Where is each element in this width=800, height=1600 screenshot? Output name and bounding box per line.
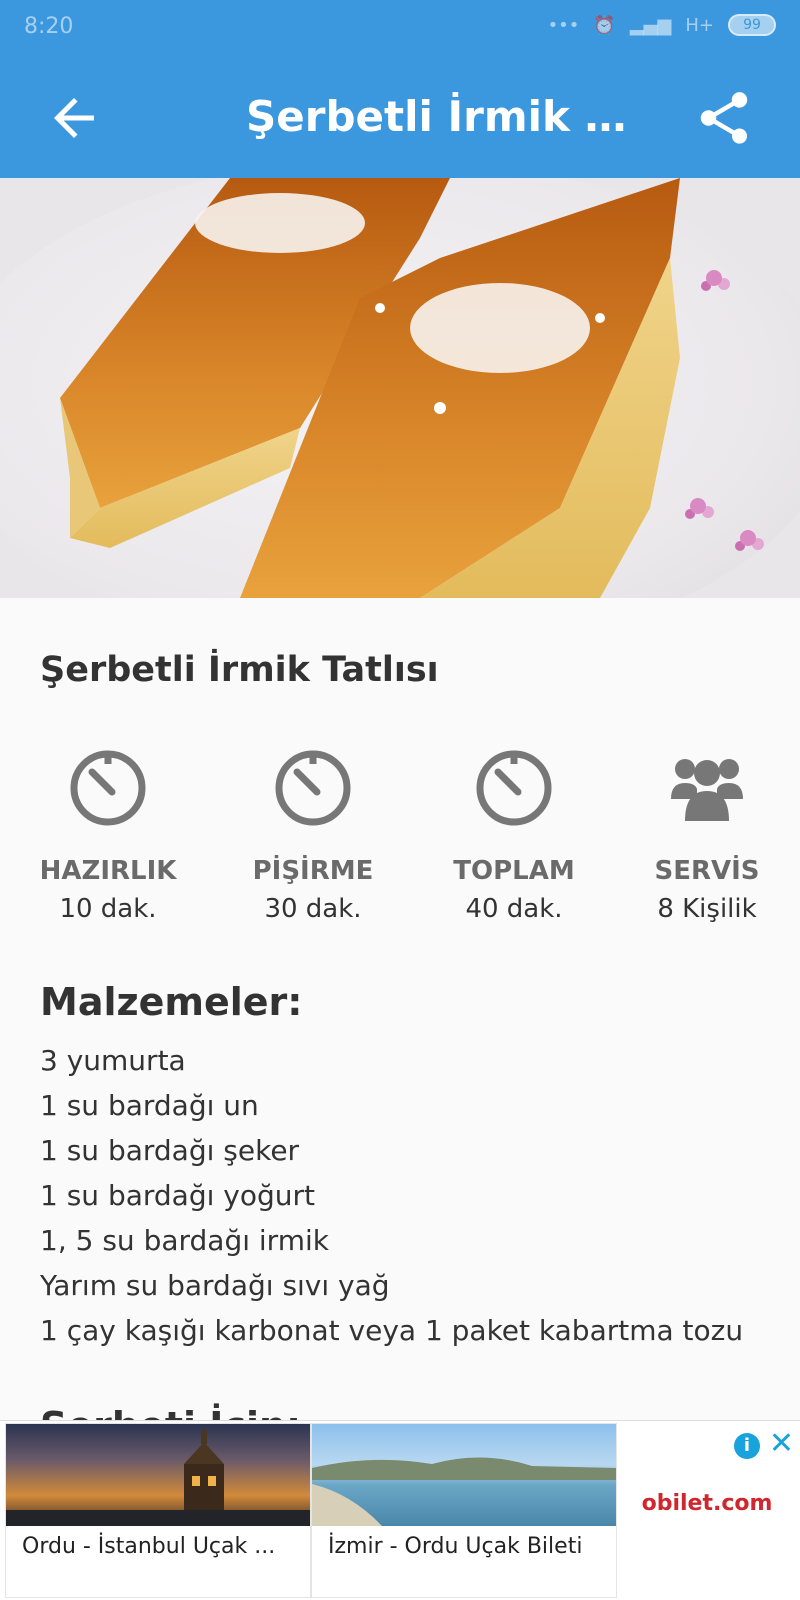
ad-close-icon[interactable]: ✕	[769, 1429, 794, 1459]
recipe-title: Şerbetli İrmik Tatlısı	[40, 650, 439, 690]
ad-info-icon[interactable]: i	[734, 1433, 760, 1459]
stat-label: SERVİS	[654, 856, 760, 886]
app-bar: Şerbetli İrmik Tatlısı	[0, 58, 800, 178]
status-icons: ••• ⏰ ▂▄▆ H+ 99	[548, 14, 776, 36]
ingredient-item: 3 yumurta	[40, 1044, 186, 1077]
ad-image-tower	[6, 1424, 310, 1526]
stat-preparation: HAZIRLIK 10 dak.	[28, 748, 188, 924]
more-dots-icon: •••	[547, 14, 580, 36]
ingredients-list: 3 yumurta 1 su bardağı un 1 su bardağı ş…	[40, 1038, 743, 1353]
status-bar: 8:20 ••• ⏰ ▂▄▆ H+ 99	[0, 0, 800, 58]
share-icon	[700, 92, 748, 144]
alarm-icon: ⏰	[593, 14, 616, 36]
recipe-hero-image	[0, 178, 800, 598]
recipe-stats: HAZIRLIK 10 dak. PİŞİRME 30 dak. TOPLAM …	[40, 748, 760, 928]
battery-icon: 99	[728, 14, 776, 36]
stat-value: 40 dak.	[465, 894, 563, 924]
ingredients-title: Malzemeler:	[40, 980, 303, 1024]
ad-image-coast	[312, 1424, 616, 1526]
stat-value: 8 Kişilik	[657, 894, 757, 924]
stat-value: 30 dak.	[264, 894, 362, 924]
status-time: 8:20	[24, 14, 74, 39]
tower-silhouette	[6, 1430, 310, 1526]
network-type: H+	[685, 14, 714, 36]
stat-total: TOPLAM 40 dak.	[434, 748, 594, 924]
stat-label: HAZIRLIK	[39, 856, 177, 886]
ad-card-izmir-ordu[interactable]: İzmir - Ordu Uçak Bileti	[311, 1423, 617, 1598]
back-button[interactable]	[38, 82, 110, 154]
arrow-back-icon	[54, 98, 94, 138]
ad-card-ordu-istanbul[interactable]: Ordu - İstanbul Uçak ...	[5, 1423, 311, 1598]
share-button[interactable]	[688, 82, 760, 154]
ingredient-item: Yarım su bardağı sıvı yağ	[40, 1269, 390, 1302]
dessert-photo	[60, 178, 680, 598]
signal-icon: ▂▄▆	[629, 14, 672, 36]
timer-icon	[476, 750, 552, 826]
ad-brand-logo[interactable]: obilet.com	[622, 1491, 792, 1516]
ad-banner[interactable]: Ordu - İstanbul Uçak ... İzmir - Ordu Uç…	[0, 1420, 800, 1600]
ingredient-item: 1 su bardağı şeker	[40, 1134, 300, 1167]
coast-silhouette	[312, 1457, 616, 1526]
stat-servings: SERVİS 8 Kişilik	[627, 748, 787, 924]
ingredient-item: 1 su bardağı yoğurt	[40, 1179, 315, 1212]
ad-caption: İzmir - Ordu Uçak Bileti	[328, 1534, 583, 1559]
timer-icon	[70, 750, 146, 826]
stat-label: TOPLAM	[453, 856, 575, 886]
stat-label: PİŞİRME	[252, 856, 374, 886]
stat-cooking: PİŞİRME 30 dak.	[233, 748, 393, 924]
timer-icon	[275, 750, 351, 826]
ad-caption: Ordu - İstanbul Uçak ...	[22, 1534, 276, 1559]
stat-value: 10 dak.	[59, 894, 157, 924]
app-bar-title: Şerbetli İrmik Tatlısı	[246, 92, 646, 141]
ingredient-item: 1 su bardağı un	[40, 1089, 259, 1122]
ingredient-item: 1, 5 su bardağı irmik	[40, 1224, 329, 1257]
people-icon	[671, 759, 743, 821]
ingredient-item: 1 çay kaşığı karbonat veya 1 paket kabar…	[40, 1314, 744, 1347]
